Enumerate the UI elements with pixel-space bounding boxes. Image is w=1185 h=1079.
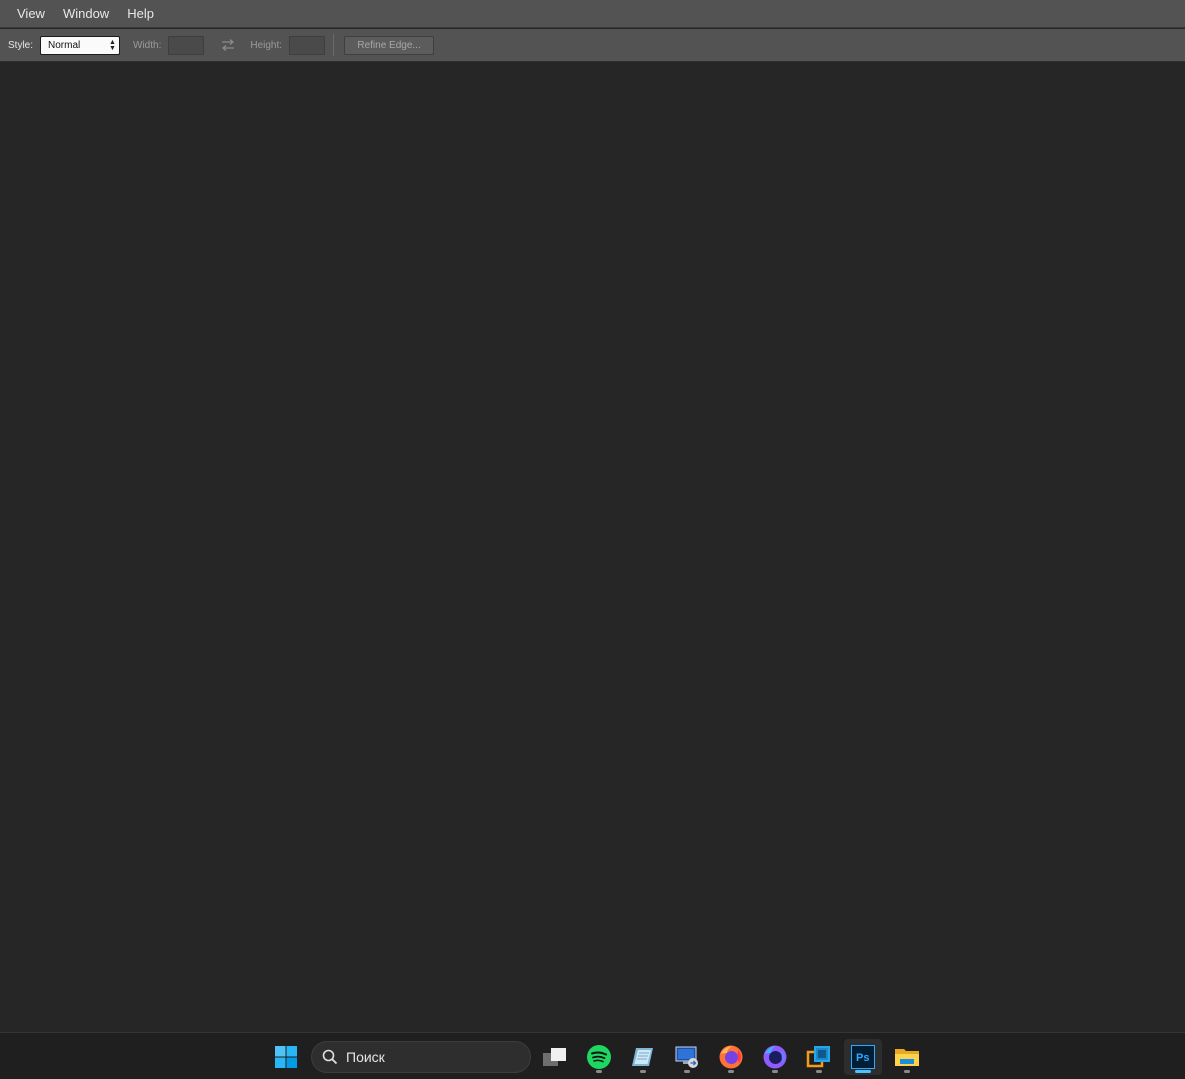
menu-view[interactable]: View <box>8 0 54 28</box>
running-indicator <box>728 1070 734 1073</box>
notepad-icon[interactable] <box>624 1039 662 1075</box>
firefox-icon[interactable] <box>712 1039 750 1075</box>
select-arrows-icon: ▲ ▼ <box>109 38 116 52</box>
running-indicator <box>904 1070 910 1073</box>
toolbar-divider <box>333 34 335 56</box>
refine-edge-button[interactable]: Refine Edge... <box>344 35 435 55</box>
photoshop-icon[interactable]: Ps <box>844 1039 882 1075</box>
style-label: Style: <box>8 39 34 51</box>
running-indicator <box>640 1070 646 1073</box>
taskbar: Поиск Ps <box>0 1032 1185 1079</box>
taskbar-search[interactable]: Поиск <box>311 1041 531 1073</box>
task-view-icon[interactable] <box>536 1039 574 1075</box>
width-label: Width: <box>133 39 162 51</box>
workspace-canvas-area <box>0 62 1185 1032</box>
file-explorer-icon[interactable] <box>888 1039 926 1075</box>
running-indicator <box>816 1070 822 1073</box>
options-bar: Style: Normal ▲ ▼ Width: Height: Refine E… <box>0 29 1185 62</box>
running-indicator <box>772 1070 778 1073</box>
menu-bar: View Window Help <box>0 0 1185 28</box>
swap-dimensions-icon[interactable] <box>218 36 238 55</box>
running-indicator <box>596 1070 602 1073</box>
running-indicator <box>684 1070 690 1073</box>
menu-help[interactable]: Help <box>118 0 163 28</box>
height-label: Height: <box>250 39 283 51</box>
menu-window[interactable]: Window <box>54 0 118 28</box>
width-input[interactable] <box>168 35 205 55</box>
virtualbox-icon[interactable] <box>800 1039 838 1075</box>
remote-desktop-icon[interactable] <box>668 1039 706 1075</box>
style-select[interactable]: Normal ▲ ▼ <box>40 35 121 55</box>
height-input[interactable] <box>289 35 326 55</box>
firefox-dev-icon[interactable] <box>756 1039 794 1075</box>
search-placeholder: Поиск <box>346 1049 385 1065</box>
search-icon <box>322 1049 338 1065</box>
style-select-value: Normal <box>48 39 81 51</box>
active-indicator <box>855 1070 871 1073</box>
spotify-icon[interactable] <box>580 1039 618 1075</box>
svg-text:Ps: Ps <box>856 1052 869 1064</box>
start-icon[interactable] <box>267 1039 305 1075</box>
